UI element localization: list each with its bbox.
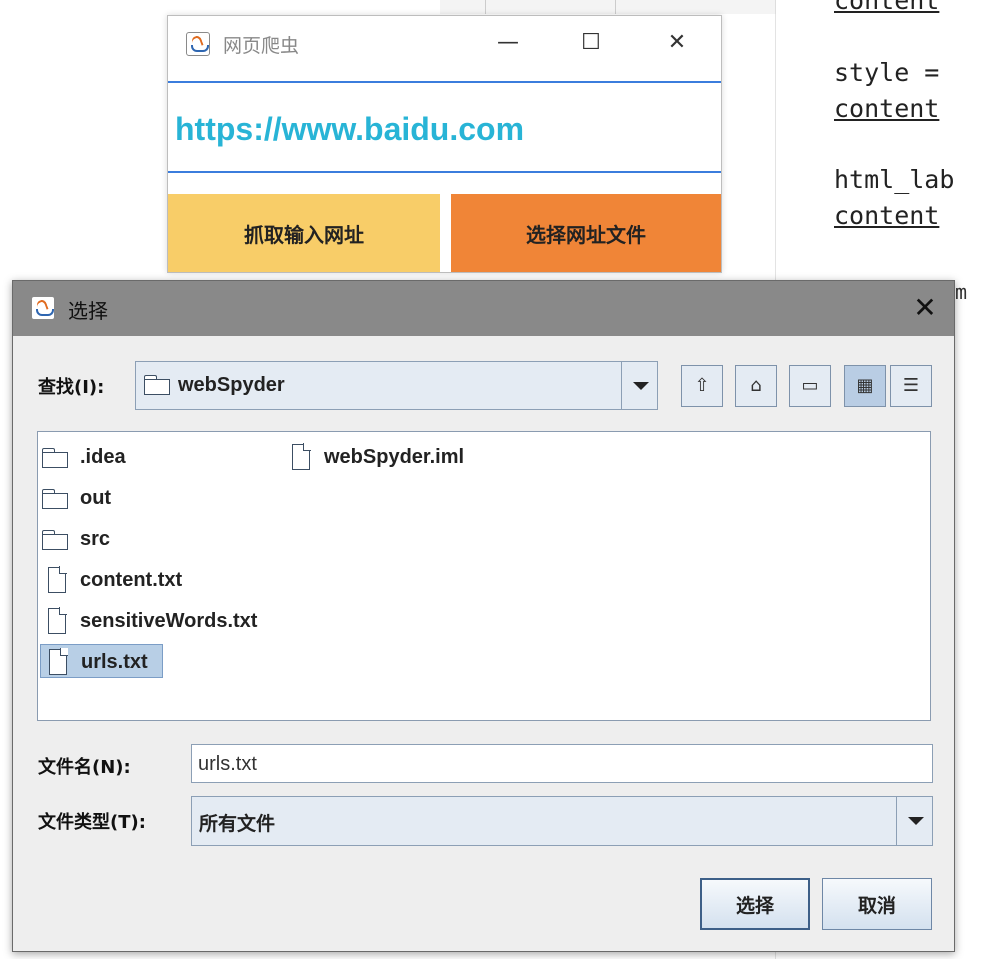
file-chooser-dialog: 选择 ✕ 查找(I): webSpyder ⇧ ⌂ ▭ ▦ ☰ .idea ou… [12, 280, 955, 952]
details-view-icon[interactable]: ☰ [890, 365, 932, 407]
file-name: webSpyder.iml [324, 446, 465, 468]
spider-window-title: 网页爬虫 [223, 35, 300, 57]
folder-icon [42, 530, 68, 550]
file-name: urls.txt [81, 651, 148, 673]
file-name: content.txt [80, 569, 183, 591]
dialog-title-bar[interactable]: 选择 ✕ [13, 281, 954, 336]
file-name-value: urls.txt [198, 753, 257, 775]
select-url-file-button[interactable]: 选择网址文件 [451, 194, 721, 272]
file-name: out [80, 487, 112, 509]
dialog-title: 选择 [68, 299, 108, 323]
table-divider [485, 0, 486, 14]
close-icon[interactable]: ✕ [662, 28, 692, 58]
list-item[interactable]: .idea [40, 440, 260, 474]
file-name: .idea [80, 446, 126, 468]
new-folder-icon[interactable]: ▭ [789, 365, 831, 407]
look-in-label: 查找(I): [38, 377, 105, 398]
close-icon[interactable]: ✕ [910, 291, 940, 325]
url-input-value: https://www.baidu.com [175, 111, 525, 147]
list-item[interactable]: sensitiveWords.txt [40, 604, 280, 638]
list-item[interactable]: urls.txt [40, 644, 163, 678]
code-line: content [834, 201, 940, 230]
code-fragment: m [955, 280, 968, 304]
code-line: html_lab [834, 165, 955, 194]
list-item[interactable]: content.txt [40, 563, 270, 597]
code-line: style = [834, 58, 940, 87]
list-item[interactable]: webSpyder.iml [284, 440, 514, 474]
url-input[interactable]: https://www.baidu.com [168, 81, 721, 173]
code-line: content [834, 94, 940, 123]
file-name-label: 文件名(N): [38, 757, 131, 778]
file-name: src [80, 528, 111, 550]
chevron-down-icon[interactable] [621, 362, 657, 409]
file-icon [292, 443, 311, 470]
file-icon [48, 607, 67, 634]
spider-window: 网页爬虫 — ☐ ✕ https://www.baidu.com 抓取输入网址 … [167, 15, 722, 273]
folder-icon [144, 375, 170, 395]
home-icon[interactable]: ⌂ [735, 365, 777, 407]
code-line: content [834, 0, 940, 15]
file-type-value: 所有文件 [199, 813, 276, 835]
minimize-icon[interactable]: — [493, 28, 523, 58]
list-item[interactable]: src [40, 522, 260, 556]
file-icon [48, 566, 67, 593]
list-view-icon[interactable]: ▦ [844, 365, 886, 407]
look-in-combo[interactable]: webSpyder [135, 361, 658, 410]
table-divider [615, 0, 616, 14]
file-type-combo[interactable]: 所有文件 [191, 796, 933, 846]
maximize-icon[interactable]: ☐ [576, 28, 606, 58]
list-item[interactable]: out [40, 481, 260, 515]
java-app-icon [186, 32, 210, 56]
spider-title-bar[interactable]: 网页爬虫 — ☐ ✕ [168, 16, 721, 72]
approve-button[interactable]: 选择 [700, 878, 810, 930]
fetch-url-button[interactable]: 抓取输入网址 [168, 194, 440, 272]
look-in-value: webSpyder [178, 374, 285, 396]
chevron-down-icon[interactable] [896, 797, 932, 845]
up-folder-icon[interactable]: ⇧ [681, 365, 723, 407]
file-icon [49, 648, 68, 675]
file-name: sensitiveWords.txt [80, 610, 258, 632]
file-list[interactable]: .idea out src content.txt sensitiveWords… [37, 431, 931, 721]
folder-icon [42, 489, 68, 509]
file-name-field[interactable]: urls.txt [191, 744, 933, 783]
background-table-strip [440, 0, 776, 14]
folder-icon [42, 448, 68, 468]
cancel-button[interactable]: 取消 [822, 878, 932, 930]
file-type-label: 文件类型(T): [38, 812, 146, 833]
java-app-icon [31, 296, 55, 320]
